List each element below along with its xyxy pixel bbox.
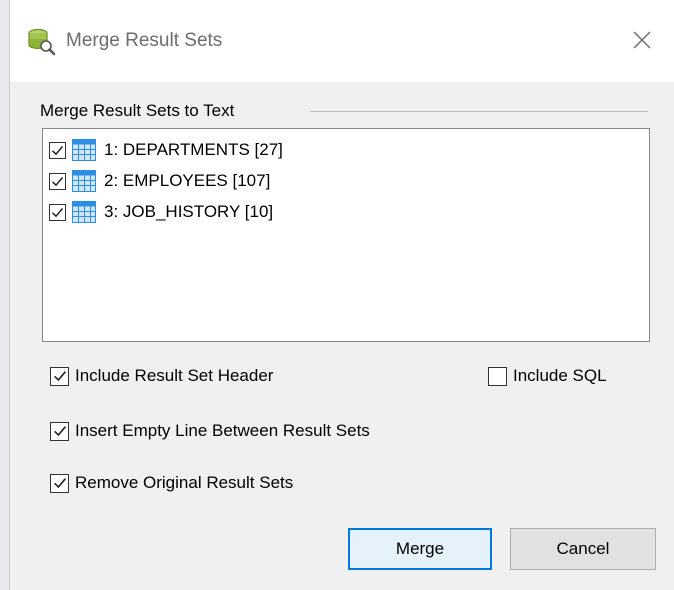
- window-title: Merge Result Sets: [66, 30, 223, 51]
- result-set-checkbox[interactable]: [49, 203, 66, 221]
- result-set-list[interactable]: 1: DEPARTMENTS [27] 2: EMPLOYEES [107] 3…: [42, 128, 650, 342]
- table-grid-icon: [72, 170, 96, 192]
- checkmark-icon: [53, 371, 66, 382]
- group-separator: [310, 111, 648, 112]
- remove-original-checkbox[interactable]: [50, 473, 69, 493]
- group-label: Merge Result Sets to Text: [40, 100, 243, 122]
- cancel-button[interactable]: Cancel: [510, 528, 656, 570]
- remove-original-option[interactable]: Remove Original Result Sets: [50, 470, 293, 496]
- result-set-label: 1: DEPARTMENTS [27]: [104, 140, 283, 159]
- merge-button[interactable]: Merge: [348, 528, 492, 570]
- include-sql-checkbox[interactable]: [488, 366, 507, 386]
- include-sql-label: Include SQL: [513, 366, 607, 385]
- table-grid-icon: [72, 139, 96, 161]
- list-item[interactable]: 3: JOB_HISTORY [10]: [49, 198, 273, 226]
- include-header-label: Include Result Set Header: [75, 366, 274, 385]
- checkmark-icon: [51, 207, 64, 217]
- checkmark-icon: [53, 478, 66, 489]
- checkmark-icon: [53, 426, 66, 437]
- include-header-option[interactable]: Include Result Set Header: [50, 363, 273, 389]
- close-button[interactable]: [622, 20, 662, 60]
- table-grid-icon: [72, 201, 96, 223]
- checkmark-icon: [51, 176, 64, 186]
- title-bar: Merge Result Sets: [10, 0, 674, 82]
- result-set-label: 2: EMPLOYEES [107]: [104, 171, 271, 190]
- insert-empty-line-label: Insert Empty Line Between Result Sets: [75, 421, 370, 440]
- insert-empty-line-checkbox[interactable]: [50, 421, 69, 441]
- include-header-checkbox[interactable]: [50, 366, 69, 386]
- remove-original-label: Remove Original Result Sets: [75, 473, 294, 492]
- database-icon: [28, 28, 56, 56]
- list-item[interactable]: 2: EMPLOYEES [107]: [49, 167, 270, 195]
- merge-result-sets-dialog: Merge Result Sets Merge Result Sets to T…: [10, 0, 674, 590]
- include-sql-option[interactable]: Include SQL: [488, 363, 607, 389]
- result-set-label: 3: JOB_HISTORY [10]: [104, 202, 274, 221]
- close-icon: [633, 31, 651, 49]
- result-set-checkbox[interactable]: [49, 172, 66, 190]
- checkmark-icon: [51, 145, 64, 155]
- background-window-edge: [0, 0, 10, 590]
- result-set-checkbox[interactable]: [49, 141, 66, 159]
- dialog-content: Merge Result Sets to Text 1: DEPARTMENTS…: [10, 82, 674, 590]
- insert-empty-line-option[interactable]: Insert Empty Line Between Result Sets: [50, 418, 370, 444]
- list-item[interactable]: 1: DEPARTMENTS [27]: [49, 136, 283, 164]
